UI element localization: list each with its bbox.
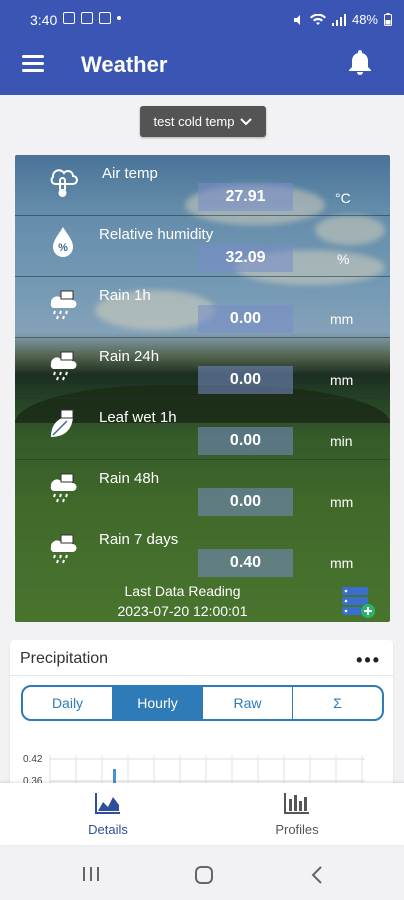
rain-7d-icon (50, 534, 77, 564)
sensor-label: Rain 1h (99, 287, 151, 304)
nav-profiles-label: Profiles (275, 822, 319, 837)
more-options-button[interactable]: ••• (356, 650, 381, 671)
sensor-label: Rain 48h (99, 470, 160, 487)
sensor-label: Rain 7 days (99, 531, 179, 548)
recent-apps-icon[interactable] (82, 865, 100, 883)
tab-raw[interactable]: Raw (203, 687, 293, 719)
nav-profiles[interactable]: Profiles (247, 791, 347, 837)
battery-icon (384, 13, 392, 26)
rain-1h-icon (50, 290, 77, 320)
card-title: Precipitation (20, 650, 109, 667)
sensor-row-rain-1h[interactable]: Rain 1h 0.00 mm (15, 277, 390, 338)
profile-select-value: test cold temp (153, 114, 235, 129)
back-icon[interactable] (310, 865, 324, 885)
sensor-value: 0.00 (198, 488, 293, 516)
system-icons: 48% (292, 12, 392, 27)
sensor-value: 0.00 (198, 427, 293, 455)
leaf-wetness-icon (51, 409, 74, 437)
sensor-unit: mm (330, 372, 354, 388)
add-database-icon[interactable] (342, 585, 376, 619)
notification-bell-icon[interactable] (347, 48, 373, 76)
bottom-navigation: Details Profiles (0, 783, 404, 845)
page-title: Weather (81, 52, 168, 77)
sensor-row-rain-24h[interactable]: Rain 24h 0.00 mm (15, 338, 390, 399)
sensor-value: 0.00 (198, 366, 293, 394)
rain-24h-icon (50, 351, 77, 381)
tab-hourly[interactable]: Hourly (113, 687, 203, 719)
sensor-row-air-temp[interactable]: Air temp 27.91 °C (15, 155, 390, 216)
sensor-unit: min (330, 433, 353, 449)
app-header: 3:40 48% Weather (0, 0, 404, 95)
period-segmented-control: Daily Hourly Raw Σ (21, 685, 384, 721)
profile-select[interactable]: test cold temp (140, 106, 266, 137)
sensor-unit: °C (335, 190, 351, 206)
mute-icon (293, 14, 300, 25)
sensor-unit: mm (330, 555, 354, 571)
battery-percent: 48% (351, 12, 378, 27)
sensor-unit: mm (330, 494, 354, 510)
sensor-row-humidity[interactable]: % Relative humidity 32.09 % (15, 216, 390, 277)
last-reading-timestamp: 2023-07-20 12:00:01 (117, 603, 248, 619)
sensor-row-rain-7d[interactable]: Rain 7 days 0.40 mm (15, 521, 390, 582)
menu-button[interactable] (22, 55, 44, 73)
sensor-label: Relative humidity (99, 226, 214, 243)
tab-sum[interactable]: Σ (293, 687, 382, 719)
tab-daily[interactable]: Daily (23, 687, 113, 719)
precipitation-card: Precipitation ••• Daily Hourly Raw Σ 0.4… (10, 640, 393, 800)
chevron-down-icon (240, 117, 253, 125)
y-tick-label: 0.42 (23, 754, 43, 765)
sensor-label: Leaf wet 1h (99, 409, 177, 426)
bar-chart-icon (284, 793, 309, 814)
nav-details-label: Details (88, 822, 128, 837)
system-navigation-bar (0, 847, 404, 900)
last-reading-label: Last Data Reading (124, 583, 241, 599)
thermometer-cloud-icon (50, 169, 78, 197)
more-notifications-icon (117, 16, 121, 20)
sensor-value: 0.40 (198, 549, 293, 577)
sensor-value: 27.91 (198, 183, 293, 211)
status-time: 3:40 (30, 12, 58, 28)
signal-icon (331, 13, 346, 26)
rain-48h-icon (50, 473, 77, 503)
sensor-label: Rain 24h (99, 348, 160, 365)
sensor-label: Air temp (102, 165, 158, 182)
nav-details[interactable]: Details (58, 791, 158, 837)
sensor-row-rain-48h[interactable]: Rain 48h 0.00 mm (15, 460, 390, 521)
sensor-unit: mm (330, 311, 354, 327)
sensor-value: 0.00 (198, 305, 293, 333)
home-icon[interactable] (194, 865, 214, 885)
sensor-row-leaf-wet[interactable]: Leaf wet 1h 0.00 min (15, 399, 390, 460)
app-notification-icon (81, 12, 93, 24)
svg-text:%: % (58, 242, 68, 254)
status-bar: 3:40 48% (0, 0, 404, 40)
area-chart-icon (95, 793, 120, 814)
notification-icons (63, 12, 121, 24)
screen-icon (63, 12, 75, 24)
sensor-unit: % (337, 251, 350, 267)
sensor-value: 32.09 (198, 244, 293, 272)
image-icon (99, 12, 111, 24)
wifi-icon (309, 13, 326, 25)
humidity-drop-icon: % (53, 227, 73, 257)
sensor-panel: Air temp 27.91 °C % Relative humidity 32… (15, 155, 390, 622)
